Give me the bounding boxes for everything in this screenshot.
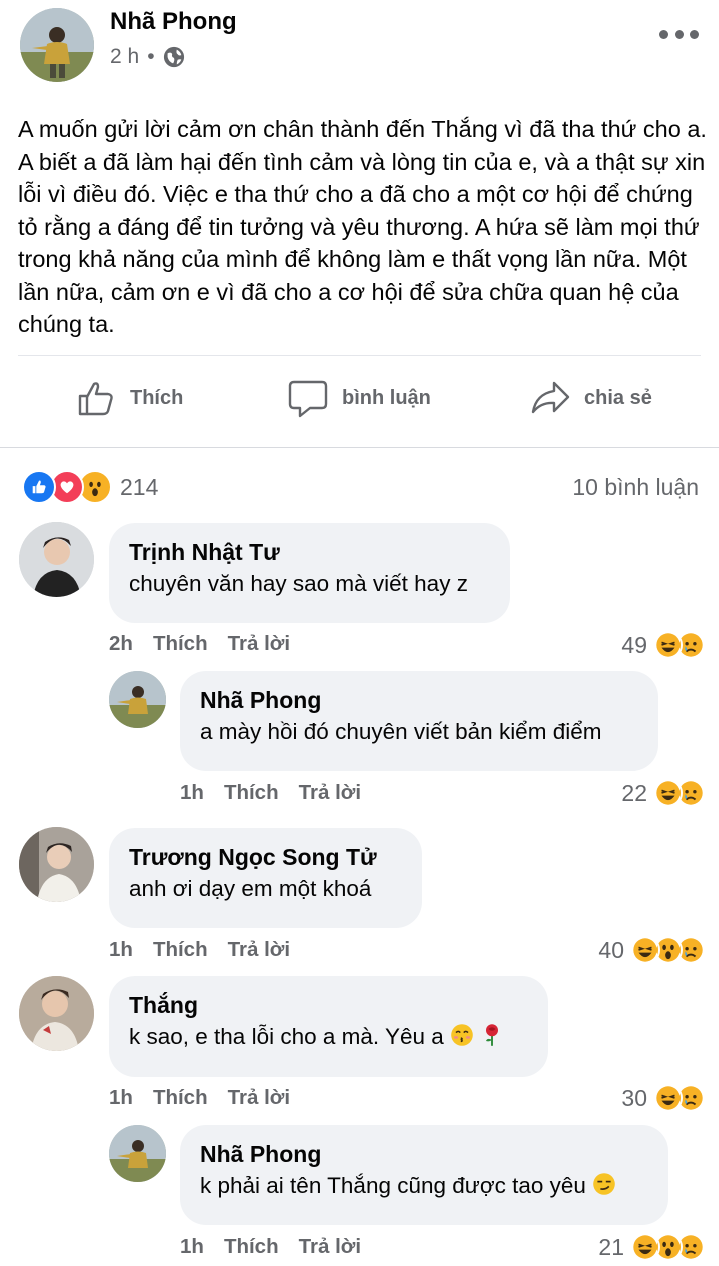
commenter-avatar[interactable] — [19, 827, 94, 902]
comment-time[interactable]: 1h — [180, 1235, 204, 1259]
comment-reaction-count: 22 — [621, 779, 647, 806]
haha-reaction-icon — [630, 935, 660, 965]
divider — [18, 355, 701, 356]
post-meta: 2 h • — [110, 45, 185, 69]
reply-bubble[interactable]: Nhã Phong k phải ai tên Thắng cũng được … — [180, 1125, 668, 1225]
kissing-face-emoji-icon — [450, 1023, 474, 1047]
author-name[interactable]: Nhã Phong — [110, 8, 237, 36]
comment-count[interactable]: 10 bình luận — [572, 474, 699, 501]
post-text: A muốn gửi lời cảm ơn chân thành đến Thắ… — [18, 116, 707, 337]
comment-reply-link[interactable]: Trả lời — [228, 632, 290, 656]
comment-reactions[interactable]: 21 — [598, 1232, 706, 1262]
globe-icon — [163, 46, 185, 68]
haha-reaction-icon — [653, 778, 683, 808]
comment-reactions[interactable]: 22 — [621, 778, 706, 808]
comment-reply-link[interactable]: Trả lời — [228, 1086, 290, 1110]
smirk-face-emoji-icon — [592, 1172, 616, 1196]
comment-text: anh ơi dạy em một khoá — [129, 876, 372, 901]
meta-separator: • — [147, 45, 155, 68]
commenter-avatar[interactable] — [109, 1125, 166, 1182]
comment-reaction-count: 49 — [621, 631, 647, 658]
like-label: Thích — [130, 386, 184, 409]
comment-like-link[interactable]: Thích — [153, 1086, 208, 1110]
comment-text: chuyên văn hay sao mà viết hay z — [129, 571, 468, 596]
haha-reaction-icon — [630, 1232, 660, 1262]
haha-reaction-icon — [653, 1083, 683, 1113]
comment-reaction-count: 40 — [598, 936, 624, 963]
like-reaction-icon — [22, 470, 56, 504]
commenter-name[interactable]: Trịnh Nhật Tư — [129, 537, 490, 567]
commenter-name[interactable]: Nhã Phong — [200, 1139, 648, 1169]
haha-reaction-icon — [653, 630, 683, 660]
comment-meta: 1h Thích Trả lời — [109, 1086, 290, 1110]
comment-text-line: k phải ai tên Thắng cũng được tao yêu — [200, 1169, 648, 1202]
commenter-avatar[interactable] — [19, 522, 94, 597]
comment-time[interactable]: 1h — [109, 938, 133, 962]
comment-like-link[interactable]: Thích — [153, 632, 208, 656]
commenter-avatar[interactable] — [109, 671, 166, 728]
comment-text-line: k sao, e tha lỗi cho a mà. Yêu a — [129, 1020, 528, 1053]
comment-bubble-icon — [288, 380, 328, 418]
comment-bubble[interactable]: Thắng k sao, e tha lỗi cho a mà. Yêu a — [109, 976, 548, 1077]
reactions-summary[interactable]: 214 — [22, 470, 158, 504]
comment-time[interactable]: 1h — [109, 1086, 133, 1110]
action-bar: Thích bình luận chia sẻ — [0, 372, 719, 428]
comment-meta: 2h Thích Trả lời — [109, 632, 290, 656]
comment-button[interactable]: bình luận — [288, 378, 431, 418]
thumbs-up-icon — [78, 382, 113, 416]
comment-reactions[interactable]: 40 — [598, 935, 706, 965]
author-avatar[interactable] — [20, 8, 94, 82]
comment-reactions[interactable]: 30 — [621, 1083, 706, 1113]
comment-meta: 1h Thích Trả lời — [109, 938, 290, 962]
commenter-avatar[interactable] — [19, 976, 94, 1051]
comment-like-link[interactable]: Thích — [224, 781, 279, 805]
comment-time[interactable]: 1h — [180, 781, 204, 805]
comment-text: a mày hồi đó chuyên viết bản kiểm điểm — [200, 719, 602, 744]
commenter-name[interactable]: Thắng — [129, 990, 528, 1020]
share-button[interactable]: chia sẻ — [530, 378, 652, 418]
comment-like-link[interactable]: Thích — [224, 1235, 279, 1259]
share-label: chia sẻ — [584, 386, 652, 409]
comment-label: bình luận — [342, 386, 431, 409]
post-time[interactable]: 2 h — [110, 45, 139, 69]
reply-bubble[interactable]: Nhã Phong a mày hồi đó chuyên viết bản k… — [180, 671, 658, 771]
share-arrow-icon — [531, 381, 570, 414]
comment-text: k phải ai tên Thắng cũng được tao yêu — [200, 1173, 586, 1198]
comment-reaction-count: 21 — [598, 1233, 624, 1260]
comment-reaction-count: 30 — [621, 1084, 647, 1111]
comment-like-link[interactable]: Thích — [153, 938, 208, 962]
more-options-icon[interactable] — [659, 24, 699, 44]
comment-bubble[interactable]: Trịnh Nhật Tư chuyên văn hay sao mà viết… — [109, 523, 510, 623]
comment-meta: 1h Thích Trả lời — [180, 781, 361, 805]
comment-reply-link[interactable]: Trả lời — [299, 1235, 361, 1259]
section-divider — [0, 447, 719, 448]
commenter-name[interactable]: Trương Ngọc Song Tử — [129, 842, 402, 872]
commenter-name[interactable]: Nhã Phong — [200, 685, 638, 715]
comment-reply-link[interactable]: Trả lời — [228, 938, 290, 962]
comment-time[interactable]: 2h — [109, 632, 133, 656]
comment-meta: 1h Thích Trả lời — [180, 1235, 361, 1259]
reaction-count: 214 — [120, 473, 159, 500]
comment-reactions[interactable]: 49 — [621, 630, 706, 660]
like-button[interactable]: Thích — [76, 378, 183, 418]
comment-text: k sao, e tha lỗi cho a mà. Yêu a — [129, 1024, 444, 1049]
comment-bubble[interactable]: Trương Ngọc Song Tử anh ơi dạy em một kh… — [109, 828, 422, 928]
comment-reply-link[interactable]: Trả lời — [299, 781, 361, 805]
rose-emoji-icon — [480, 1023, 504, 1047]
